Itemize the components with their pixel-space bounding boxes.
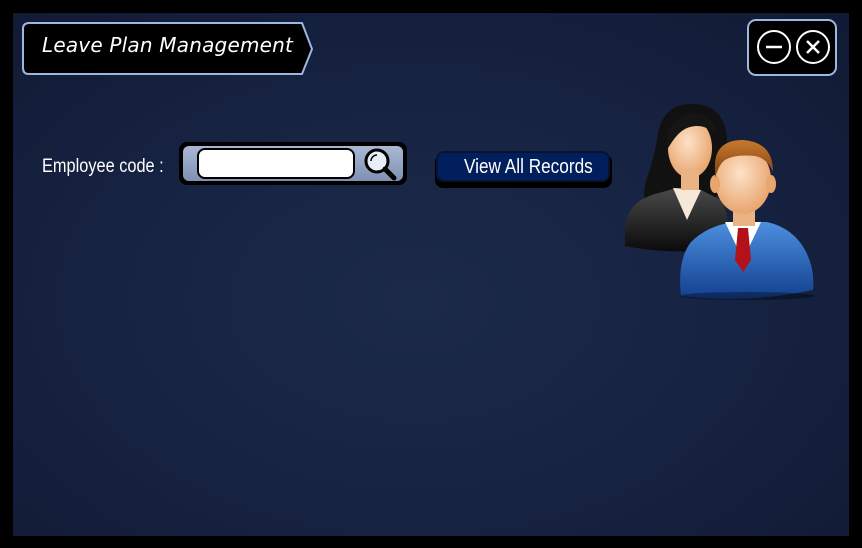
window-controls [747,19,837,76]
magnifier-icon [364,148,397,181]
close-circle-icon [806,40,820,54]
minus-circle-icon [766,45,782,49]
window-title: Leave Plan Management [42,33,294,57]
search-button[interactable] [361,146,399,182]
minimize-button[interactable] [757,30,791,64]
close-button[interactable] [796,30,830,64]
employee-code-label: Employee code : [42,156,164,177]
users-icon [617,100,823,300]
title-tab: Leave Plan Management [22,22,316,75]
button-face: View All Records [436,151,610,182]
app-window: Leave Plan Management Employee code : Vi… [0,0,862,548]
view-all-records-label: View All Records [464,156,593,178]
employee-code-input[interactable] [197,148,355,179]
view-all-records-button[interactable]: View All Records [435,151,612,188]
